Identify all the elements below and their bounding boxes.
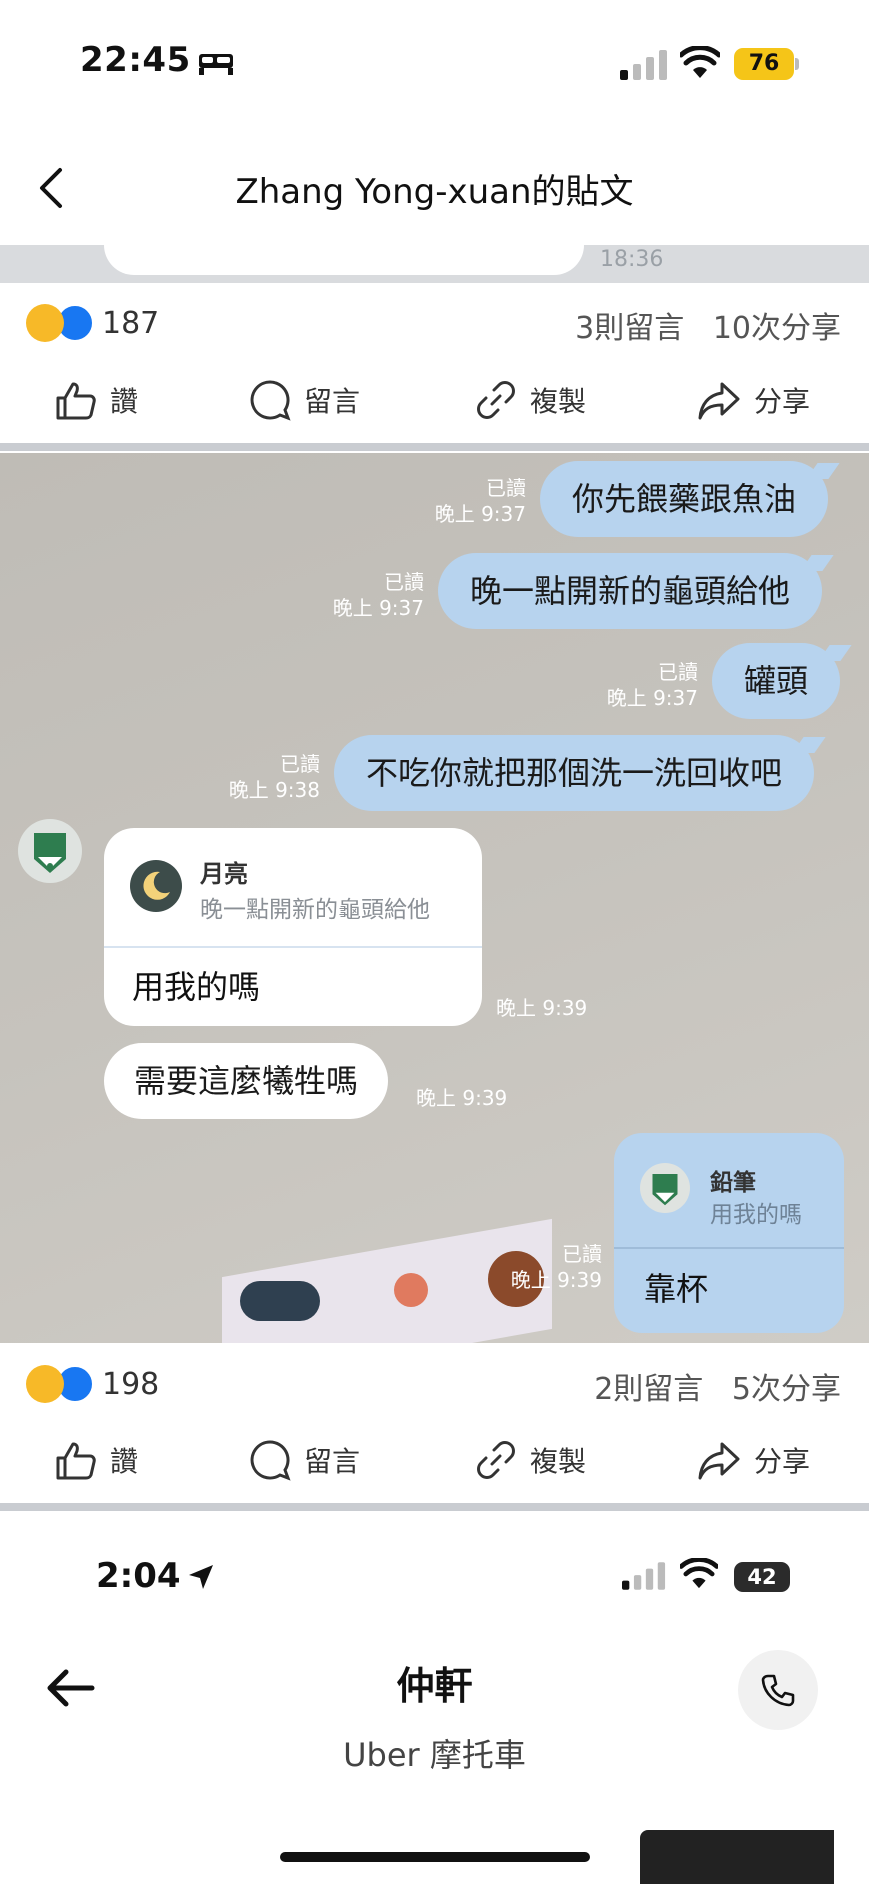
outgoing-reply-bubble: 鉛筆 用我的嗎 靠杯 [614,1133,844,1333]
page-title: Zhang Yong-xuan的貼文 [235,172,634,212]
message-bubble: 你先餵藥跟魚油 [540,461,829,537]
message-time: 晚上 9:39 [496,996,588,1020]
haha-icon [26,304,64,342]
copy-label: 複製 [530,385,587,418]
comment-count[interactable]: 3則留言 [575,311,684,346]
message-meta: 已讀 晚上 9:38 [228,752,320,802]
reaction-count: 187 [102,305,160,341]
reaction-summary[interactable]: 198 [26,1364,159,1404]
post-stats[interactable]: 2則留言 5次分享 [594,1364,841,1408]
share-label: 分享 [754,1445,811,1478]
sticker-shape [394,1273,428,1307]
wifi-icon [680,46,720,78]
moon-avatar-icon [130,860,182,912]
incoming-message-bubble: 需要這麼犧牲嗎 [104,1043,389,1119]
share-count[interactable]: 5次分享 [732,1372,841,1407]
post-stats[interactable]: 3則留言 10次分享 [575,303,841,347]
ride-type: Uber 摩托車 [343,1736,526,1774]
quoted-message: 月亮 晚一點開新的龜頭給他 [104,828,482,948]
battery-tip [795,58,799,70]
comment-icon [250,380,291,421]
reply-text: 用我的嗎 [132,968,261,1006]
quoted-text: 晚一點開新的龜頭給他 [200,897,430,923]
message-time: 晚上 9:39 [416,1086,508,1110]
reply-text: 靠杯 [644,1270,709,1308]
like-button[interactable]: 讚 [54,378,138,422]
sticker-shape [240,1281,320,1321]
quoted-text: 用我的嗎 [710,1202,802,1228]
reaction-summary[interactable]: 187 [26,303,159,343]
message-meta: 已讀 晚上 9:37 [606,660,698,710]
share-icon [698,1442,740,1480]
quoted-name: 月亮 [200,860,248,888]
bottom-battery: 42 [734,1562,790,1592]
thumbs-up-icon [56,1442,96,1480]
home-indicator[interactable] [280,1852,590,1862]
like-label: 讚 [110,385,139,418]
message-bubble: 晚一點開新的龜頭給他 [438,553,823,629]
link-icon [477,1441,515,1479]
message-bubble: 不吃你就把那個洗一洗回收吧 [334,735,815,811]
post-divider [0,443,869,451]
cropped-time: 18:36 [600,247,664,272]
like-button[interactable]: 讚 [54,1438,138,1482]
message-bubble: 罐頭 [712,643,841,719]
chat-screenshot-image[interactable]: 已讀 晚上 9:37 你先餵藥跟魚油 已讀 晚上 9:37 晚一點開新的龜頭給他 已… [0,453,869,1343]
location-arrow-icon [189,1565,213,1589]
call-button[interactable] [738,1650,818,1730]
like-label: 讚 [110,1445,139,1478]
comment-icon [250,1440,291,1481]
copy-button[interactable]: 複製 [474,378,586,422]
comment-count[interactable]: 2則留言 [594,1372,703,1407]
message-meta: 已讀 晚上 9:37 [434,476,526,526]
link-icon [477,381,515,419]
reaction-count: 198 [102,1366,160,1402]
battery-indicator: 76 [734,48,794,80]
pencil-avatar-icon [640,1163,690,1213]
thumbs-up-icon [56,382,96,420]
message-meta: 已讀 晚上 9:37 [332,570,424,620]
comment-label: 留言 [304,385,361,418]
share-count[interactable]: 10次分享 [713,311,841,346]
status-time: 22:45 [80,40,191,80]
quoted-name: 鉛筆 [710,1170,756,1196]
share-icon [698,382,740,420]
pencil-avatar [18,819,82,883]
cropped-bubble [104,245,584,275]
phone-icon [761,1674,795,1707]
incoming-reply-bubble: 月亮 晚一點開新的龜頭給他 用我的嗎 [104,828,482,1026]
comment-label: 留言 [304,1445,361,1478]
quoted-message: 鉛筆 用我的嗎 [614,1133,844,1249]
copy-label: 複製 [530,1445,587,1478]
wifi-icon [680,1558,718,1589]
bed-icon [199,54,233,75]
comment-button[interactable]: 留言 [248,1438,360,1482]
signal-icon [620,50,667,80]
copy-button[interactable]: 複製 [474,1438,586,1482]
bottom-status-time: 2:04 [96,1556,181,1596]
share-label: 分享 [754,385,811,418]
previous-post-image[interactable]: 18:36 [0,245,869,283]
message-meta: 已讀 晚上 9:39 [510,1242,602,1292]
post-divider [0,1503,869,1511]
signal-icon [622,1562,666,1590]
share-button[interactable]: 分享 [696,1438,810,1482]
haha-icon [26,1365,64,1403]
bottom-button-partial [640,1830,834,1884]
comment-button[interactable]: 留言 [248,378,360,422]
share-button[interactable]: 分享 [696,378,810,422]
